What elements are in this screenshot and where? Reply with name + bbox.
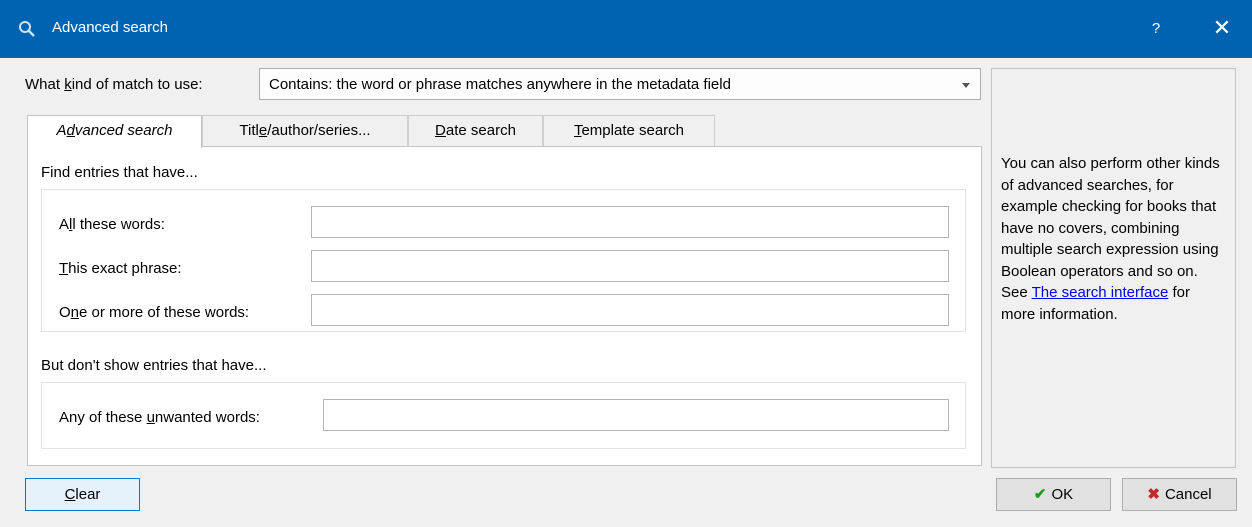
find-section-title: Find entries that have...: [41, 164, 198, 181]
match-kind-select[interactable]: Contains: the word or phrase matches any…: [259, 68, 981, 100]
tab-template-search[interactable]: Template search: [543, 115, 715, 146]
find-group: All these words: This exact phrase: One …: [41, 189, 966, 332]
tab-title-author-series[interactable]: Title/author/series...: [202, 115, 408, 146]
one-or-more-label: One or more of these words:: [59, 304, 250, 321]
tab-pane-advanced-search: Find entries that have... All these word…: [27, 146, 982, 466]
ok-label: OK: [1051, 486, 1074, 503]
all-words-label: All these words:: [59, 216, 165, 233]
match-kind-value: Contains: the word or phrase matches any…: [269, 76, 731, 93]
all-words-input[interactable]: [311, 206, 949, 238]
one-or-more-input[interactable]: [311, 294, 949, 326]
tab-date-search[interactable]: Date search: [408, 115, 543, 146]
chevron-down-icon: [962, 83, 970, 88]
cancel-label: Cancel: [1164, 486, 1212, 503]
exact-phrase-input[interactable]: [311, 250, 949, 282]
help-button[interactable]: ?: [1142, 15, 1170, 43]
cancel-button[interactable]: ✖ Cancel: [1122, 478, 1237, 511]
tab-advanced-search[interactable]: Advanced search: [27, 115, 202, 148]
clear-button[interactable]: Clear: [25, 478, 140, 511]
unwanted-words-input[interactable]: [323, 399, 949, 431]
help-note-body: You can also perform other kinds of adva…: [1001, 155, 1220, 301]
ok-button[interactable]: ✔ OK: [996, 478, 1111, 511]
match-kind-label: What kind of match to use:: [25, 76, 203, 93]
window-title: Advanced search: [52, 19, 168, 36]
search-interface-link[interactable]: The search interface: [1032, 284, 1169, 301]
title-bar: Advanced search ? ✕: [0, 0, 1252, 58]
check-icon: ✔: [1033, 486, 1047, 503]
exact-phrase-label: This exact phrase:: [59, 260, 182, 277]
help-note-panel: You can also perform other kinds of adva…: [991, 68, 1236, 468]
cross-icon: ✖: [1147, 486, 1160, 503]
help-note-text: You can also perform other kinds of adva…: [1001, 153, 1226, 325]
search-icon: [19, 21, 35, 37]
exclude-section-title: But don't show entries that have...: [41, 357, 267, 374]
unwanted-words-label: Any of these unwanted words:: [59, 409, 260, 426]
exclude-group: Any of these unwanted words:: [41, 382, 966, 449]
close-button[interactable]: ✕: [1208, 14, 1236, 42]
